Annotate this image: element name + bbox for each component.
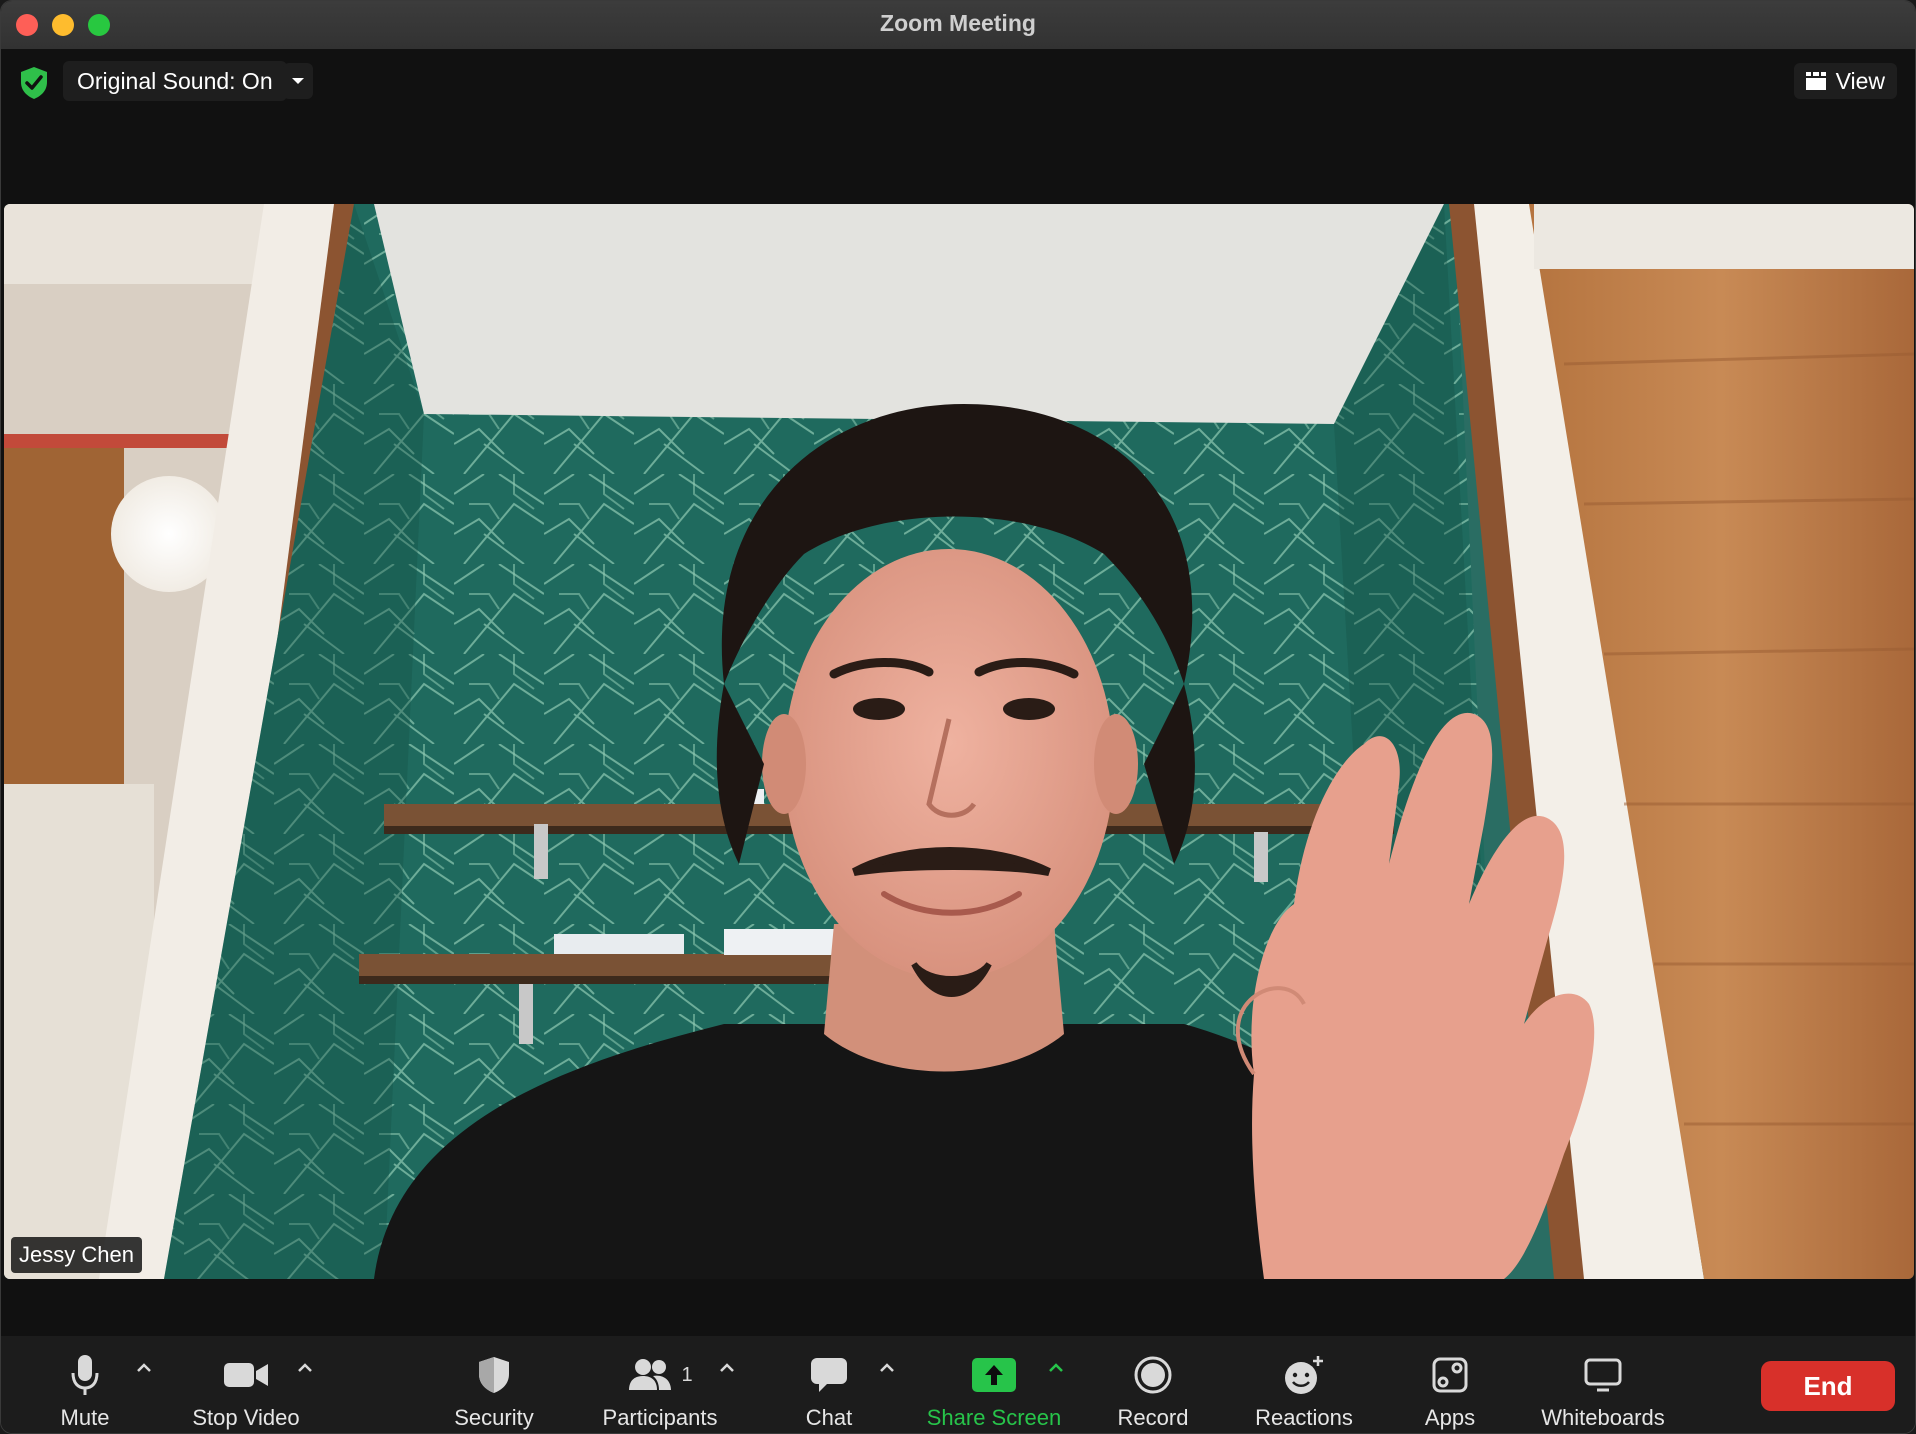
participants-button[interactable]: 1 Participants [595, 1346, 725, 1431]
share-screen-icon [972, 1358, 1016, 1392]
meeting-controls-toolbar: Mute Stop Video Security 1 Participants … [1, 1336, 1915, 1433]
apps-button[interactable]: Apps [1417, 1346, 1483, 1431]
end-meeting-button[interactable]: End [1761, 1361, 1895, 1411]
apps-label: Apps [1424, 1405, 1476, 1430]
whiteboards-button[interactable]: Whiteboards [1535, 1346, 1671, 1431]
participant-name-tag: Jessy Chen [11, 1237, 142, 1273]
shield-check-icon[interactable] [19, 66, 49, 100]
chat-label: Chat [805, 1405, 853, 1430]
participants-count: 1 [681, 1363, 693, 1386]
whiteboard-icon [1584, 1358, 1622, 1392]
stop-video-button[interactable]: Stop Video [181, 1346, 311, 1431]
video-options-caret-icon[interactable] [295, 1358, 315, 1378]
chat-button[interactable]: Chat [793, 1346, 865, 1431]
participants-options-caret-icon[interactable] [717, 1358, 737, 1378]
audio-options-caret-icon[interactable] [134, 1358, 154, 1378]
reactions-label: Reactions [1255, 1405, 1353, 1430]
chat-options-caret-icon[interactable] [877, 1358, 897, 1378]
record-label: Record [1117, 1405, 1189, 1430]
shield-icon [479, 1357, 509, 1393]
smiley-plus-icon [1285, 1356, 1323, 1394]
original-sound-dropdown[interactable] [283, 63, 313, 99]
participant-video: Jessy Chen [4, 204, 1914, 1279]
microphone-icon [71, 1355, 99, 1395]
record-icon [1134, 1356, 1172, 1394]
caret-down-icon [292, 78, 304, 84]
video-camera-icon [224, 1363, 268, 1387]
video-frame [4, 204, 1914, 1279]
mute-label: Mute [60, 1405, 110, 1430]
view-button[interactable]: View [1793, 63, 1897, 99]
security-label: Security [454, 1405, 534, 1430]
zoom-window: Zoom Meeting Original Sound: On View Jes… [0, 0, 1916, 1434]
grid-view-icon [1805, 72, 1826, 90]
security-button[interactable]: Security [441, 1346, 547, 1431]
share-options-caret-icon[interactable] [1046, 1358, 1066, 1378]
whiteboards-label: Whiteboards [1541, 1405, 1665, 1430]
participants-label: Participants [602, 1405, 718, 1430]
mute-button[interactable]: Mute [45, 1346, 125, 1431]
chat-bubble-icon [811, 1358, 847, 1392]
window-title: Zoom Meeting [880, 10, 1036, 36]
share-screen-label: Share Screen [926, 1405, 1062, 1430]
original-sound-toggle[interactable]: Original Sound: On [63, 61, 287, 101]
title-bar: Zoom Meeting [1, 1, 1915, 50]
participants-icon [629, 1359, 672, 1390]
stop-video-label: Stop Video [192, 1405, 300, 1430]
record-button[interactable]: Record [1113, 1346, 1193, 1431]
reactions-button[interactable]: Reactions [1251, 1346, 1357, 1431]
view-label: View [1835, 67, 1885, 94]
original-sound-label: Original Sound: On [77, 67, 273, 94]
meeting-top-bar: Original Sound: On View [1, 49, 1915, 204]
apps-icon [1432, 1357, 1468, 1393]
